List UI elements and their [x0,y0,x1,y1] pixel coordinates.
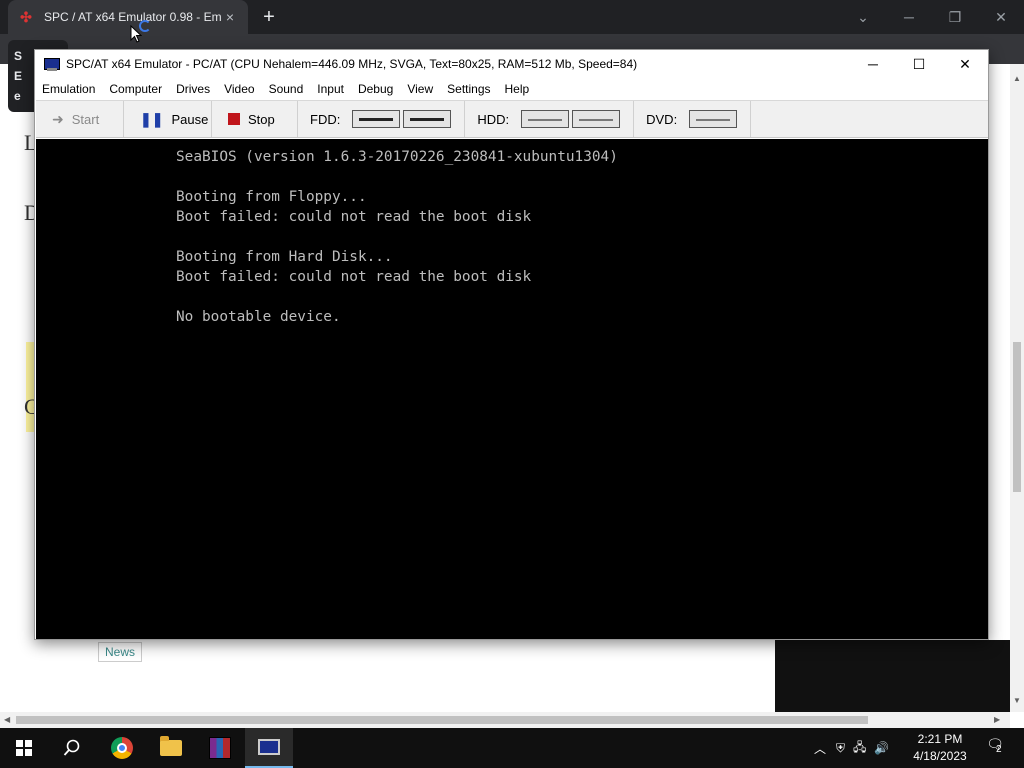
taskbar-emulator[interactable] [245,728,293,768]
menu-debug[interactable]: Debug [358,82,393,96]
start-button[interactable]: ➜ Start [36,101,124,137]
page-horizontal-scrollbar[interactable]: ◀ ▶ [0,712,1010,728]
loading-spinner-icon [139,20,151,32]
hdd-drive-group: HDD: [465,101,635,137]
notification-center-button[interactable]: 🗨 2 [982,736,1008,760]
floppy-drive-a-icon[interactable] [352,110,401,128]
browser-minimize-button[interactable]: ─ [886,0,932,34]
system-tray: ︿ ⛨ 🖧 🔊 [814,728,889,768]
hdd-label: HDD: [477,111,510,127]
notification-count: 2 [996,744,1002,755]
security-alert-icon[interactable]: ⛨ [836,741,845,756]
menu-video[interactable]: Video [224,82,254,96]
emulator-minimize-button[interactable]: ─ [850,56,896,72]
windows-taskbar: ︿ ⛨ 🖧 🔊 2:21 PM 4/18/2023 🗨 2 [0,728,1024,768]
vertical-scroll-thumb[interactable] [1013,342,1021,492]
page-dark-panel [775,640,1010,712]
winrar-icon [209,737,231,759]
floppy-drive-b-icon[interactable] [403,110,452,128]
search-button[interactable] [48,728,96,768]
pause-icon: ❚❚ [140,110,164,127]
page-vertical-scrollbar[interactable]: ▲ ▼ [1010,64,1024,712]
joomla-favicon-icon: ✣ [20,8,32,25]
bios-console-output: SeaBIOS (version 1.6.3-20170226_230841-x… [176,149,618,325]
stop-label: Stop [248,111,275,127]
emulator-menu-bar: Emulation Computer Drives Video Sound In… [35,78,988,100]
emulator-toolbar: ➜ Start ❚❚ Pause Stop FDD: HDD: DVD: [36,100,988,138]
dvd-drive-icon[interactable] [689,110,738,128]
start-label: Start [71,111,100,127]
horizontal-scroll-thumb[interactable] [16,716,868,724]
emulator-window: SPC/AT x64 Emulator - PC/AT (CPU Nehalem… [34,49,989,640]
browser-restore-button[interactable]: ❐ [932,0,978,34]
stop-button[interactable]: Stop [212,101,298,137]
menu-sound[interactable]: Sound [269,82,304,96]
emulator-screen[interactable]: SeaBIOS (version 1.6.3-20170226_230841-x… [36,139,988,639]
play-arrow-icon: ➜ [52,110,64,127]
menu-help[interactable]: Help [505,82,530,96]
scroll-left-icon[interactable]: ◀ [4,715,10,724]
menu-drives[interactable]: Drives [176,82,210,96]
fdd-drive-group: FDD: [298,101,466,137]
pause-label: Pause [171,111,209,127]
stop-square-icon [228,113,240,125]
chevron-up-icon[interactable]: ︿ [814,740,826,757]
tab-search-icon[interactable]: ⌄ [840,0,886,34]
news-tag-link[interactable]: News [98,642,143,662]
new-tab-button[interactable]: + [258,6,280,28]
search-icon [63,739,80,756]
windows-logo-icon [16,740,32,756]
dvd-label: DVD: [646,111,678,127]
pause-button[interactable]: ❚❚ Pause [124,101,212,137]
start-menu-button[interactable] [0,728,48,768]
emulator-taskbar-icon [258,739,280,755]
hard-drive-0-icon[interactable] [521,110,570,128]
scroll-down-icon[interactable]: ▼ [1013,696,1021,705]
clock-time: 2:21 PM [917,732,963,746]
tab-title: SPC / AT x64 Emulator 0.98 - Em [44,10,222,24]
network-icon[interactable]: 🖧 [853,738,866,759]
browser-close-button[interactable]: ✕ [978,0,1024,34]
chrome-icon [111,737,133,759]
system-clock[interactable]: 2:21 PM 4/18/2023 [900,731,980,765]
dvd-drive-group: DVD: [634,101,752,137]
menu-input[interactable]: Input [317,82,344,96]
emulator-close-button[interactable]: ✕ [942,56,988,73]
browser-tab-active[interactable]: ✣ SPC / AT x64 Emulator 0.98 - Em × [8,0,248,34]
fdd-label: FDD: [310,111,341,127]
browser-tab-strip: ✣ SPC / AT x64 Emulator 0.98 - Em × + ⌄ … [0,0,1024,34]
emulator-maximize-button[interactable]: ☐ [896,56,942,73]
menu-settings[interactable]: Settings [447,82,490,96]
menu-emulation[interactable]: Emulation [42,82,95,96]
taskbar-winrar[interactable] [196,728,244,768]
volume-icon[interactable]: 🔊 [874,741,889,755]
folder-icon [160,736,182,756]
hard-drive-1-icon[interactable] [572,110,621,128]
scroll-right-icon[interactable]: ▶ [994,715,1000,724]
menu-computer[interactable]: Computer [109,82,162,96]
taskbar-file-explorer[interactable] [147,728,195,768]
emulator-title-bar[interactable]: SPC/AT x64 Emulator - PC/AT (CPU Nehalem… [35,50,988,78]
tab-close-icon[interactable]: × [222,9,238,25]
emulator-window-title: SPC/AT x64 Emulator - PC/AT (CPU Nehalem… [66,57,638,71]
clock-date: 4/18/2023 [913,749,967,763]
scroll-up-icon[interactable]: ▲ [1013,74,1021,83]
taskbar-chrome[interactable] [98,728,146,768]
emulator-app-icon [44,58,60,71]
menu-view[interactable]: View [407,82,433,96]
